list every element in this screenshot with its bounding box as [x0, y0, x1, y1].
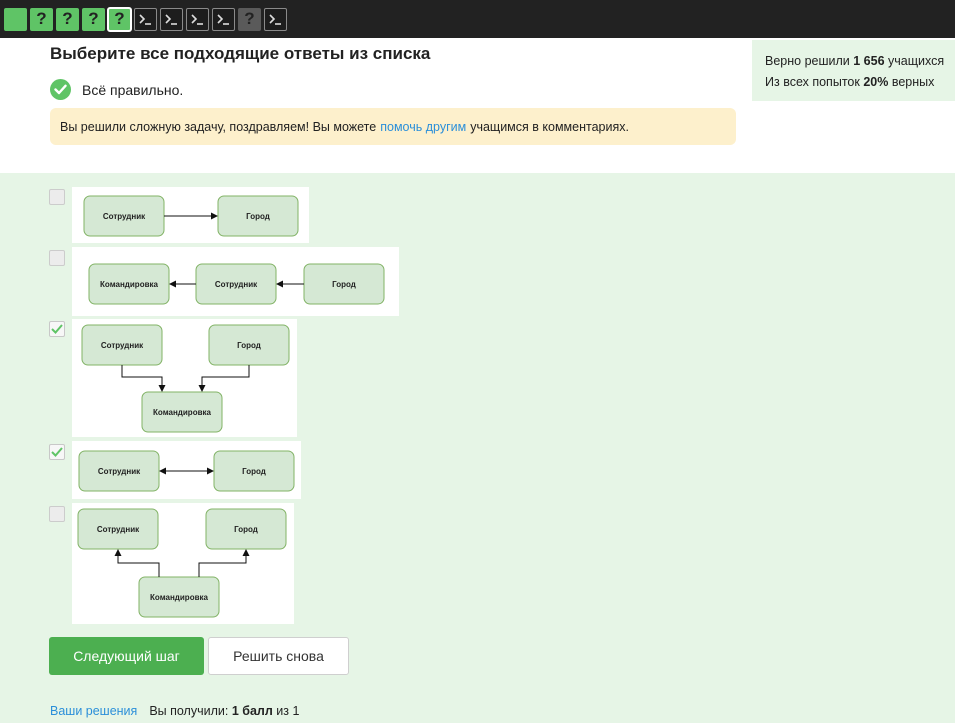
step-4[interactable]: ? [82, 7, 105, 31]
stats-solved-line: Верно решили 1 656 учащихся [765, 51, 955, 72]
option-4-diagram[interactable]: Сотрудник Город [72, 441, 301, 499]
result-status: Всё правильно. [50, 79, 183, 100]
your-solutions-link[interactable]: Ваши решения [50, 704, 137, 718]
step-3[interactable]: ? [56, 7, 79, 31]
code-step-icon [216, 13, 231, 26]
option-1-checkbox[interactable] [49, 189, 65, 205]
step-4-label: ? [88, 9, 99, 28]
step-8[interactable] [186, 7, 209, 31]
help-others-link[interactable]: помочь другим [380, 120, 466, 134]
node-label: Город [332, 280, 356, 289]
node-label: Сотрудник [215, 280, 258, 289]
step-2[interactable]: ? [30, 7, 53, 31]
step-3-label: ? [62, 9, 73, 28]
option-5-checkbox[interactable] [49, 506, 65, 522]
step-10-label: ? [244, 9, 255, 28]
step-1[interactable] [4, 7, 27, 31]
step-5-current[interactable]: ? [107, 6, 132, 32]
checkmark-icon [51, 447, 63, 457]
step-navigation: ? ? ? ? ? [0, 0, 955, 38]
step-2-label: ? [36, 9, 47, 28]
task-title: Выберите все подходящие ответы из списка [50, 44, 431, 63]
option-3-checkbox[interactable] [49, 321, 65, 337]
stats-attempts-prefix: Из всех попыток [765, 75, 860, 89]
stats-panel: Верно решили 1 656 учащихся Из всех попы… [752, 40, 955, 101]
option-3-diagram[interactable]: Сотрудник Город Командировка [72, 319, 297, 437]
stats-attempts-suffix: верных [891, 75, 935, 89]
node-label: Сотрудник [103, 212, 146, 221]
score-line: Вы получили: 1 балл из 1 [149, 704, 299, 718]
congrats-notice: Вы решили сложную задачу, поздравляем! В… [50, 108, 736, 145]
step-7[interactable] [160, 7, 183, 31]
node-label: Город [246, 212, 270, 221]
relation-arrow [198, 549, 250, 577]
stats-solved-suffix: учащихся [888, 54, 945, 68]
notice-text-before: Вы решили сложную задачу, поздравляем! В… [60, 119, 377, 134]
option-4-checkbox[interactable] [49, 444, 65, 460]
option-5-diagram[interactable]: Сотрудник Город Командировка [72, 503, 294, 624]
relation-arrow [121, 365, 166, 392]
retry-button[interactable]: Решить снова [208, 637, 349, 675]
score-value: 1 балл [231, 704, 273, 718]
step-5-label: ? [114, 9, 125, 28]
step-9[interactable] [212, 7, 235, 31]
score-prefix: Вы получили: [149, 704, 229, 718]
node-label: Командировка [153, 408, 211, 417]
score-total: 1 [292, 704, 300, 718]
node-label: Город [242, 467, 266, 476]
stats-solved-count: 1 656 [853, 54, 885, 68]
code-step-icon [190, 13, 205, 26]
node-label: Командировка [150, 593, 208, 602]
option-1-diagram[interactable]: Сотрудник Город [72, 187, 309, 243]
relation-arrow [198, 365, 250, 392]
code-step-icon [138, 13, 153, 26]
stats-attempts-line: Из всех попыток 20% верных [765, 72, 955, 93]
result-text: Всё правильно. [82, 81, 184, 98]
next-step-button[interactable]: Следующий шаг [49, 637, 204, 675]
code-step-icon [268, 13, 283, 26]
node-label: Сотрудник [98, 467, 141, 476]
relation-arrow [114, 549, 160, 577]
stats-attempts-percent: 20% [863, 75, 889, 89]
option-2-checkbox[interactable] [49, 250, 65, 266]
step-10[interactable]: ? [238, 7, 261, 31]
notice-text-after: учащимся в комментариях. [470, 119, 629, 134]
success-check-icon [50, 79, 71, 100]
node-label: Сотрудник [101, 341, 144, 350]
node-label: Сотрудник [97, 525, 140, 534]
step-6[interactable] [134, 7, 157, 31]
result-footer: Ваши решения Вы получили: 1 балл из 1 [50, 704, 299, 718]
checkmark-icon [51, 324, 63, 334]
option-2-diagram[interactable]: Командировка Сотрудник Город [72, 247, 399, 316]
node-label: Командировка [100, 280, 158, 289]
node-label: Город [237, 341, 261, 350]
code-step-icon [164, 13, 179, 26]
node-label: Город [234, 525, 258, 534]
stats-solved-prefix: Верно решили [765, 54, 850, 68]
score-mid: из [276, 704, 290, 718]
step-11[interactable] [264, 7, 287, 31]
